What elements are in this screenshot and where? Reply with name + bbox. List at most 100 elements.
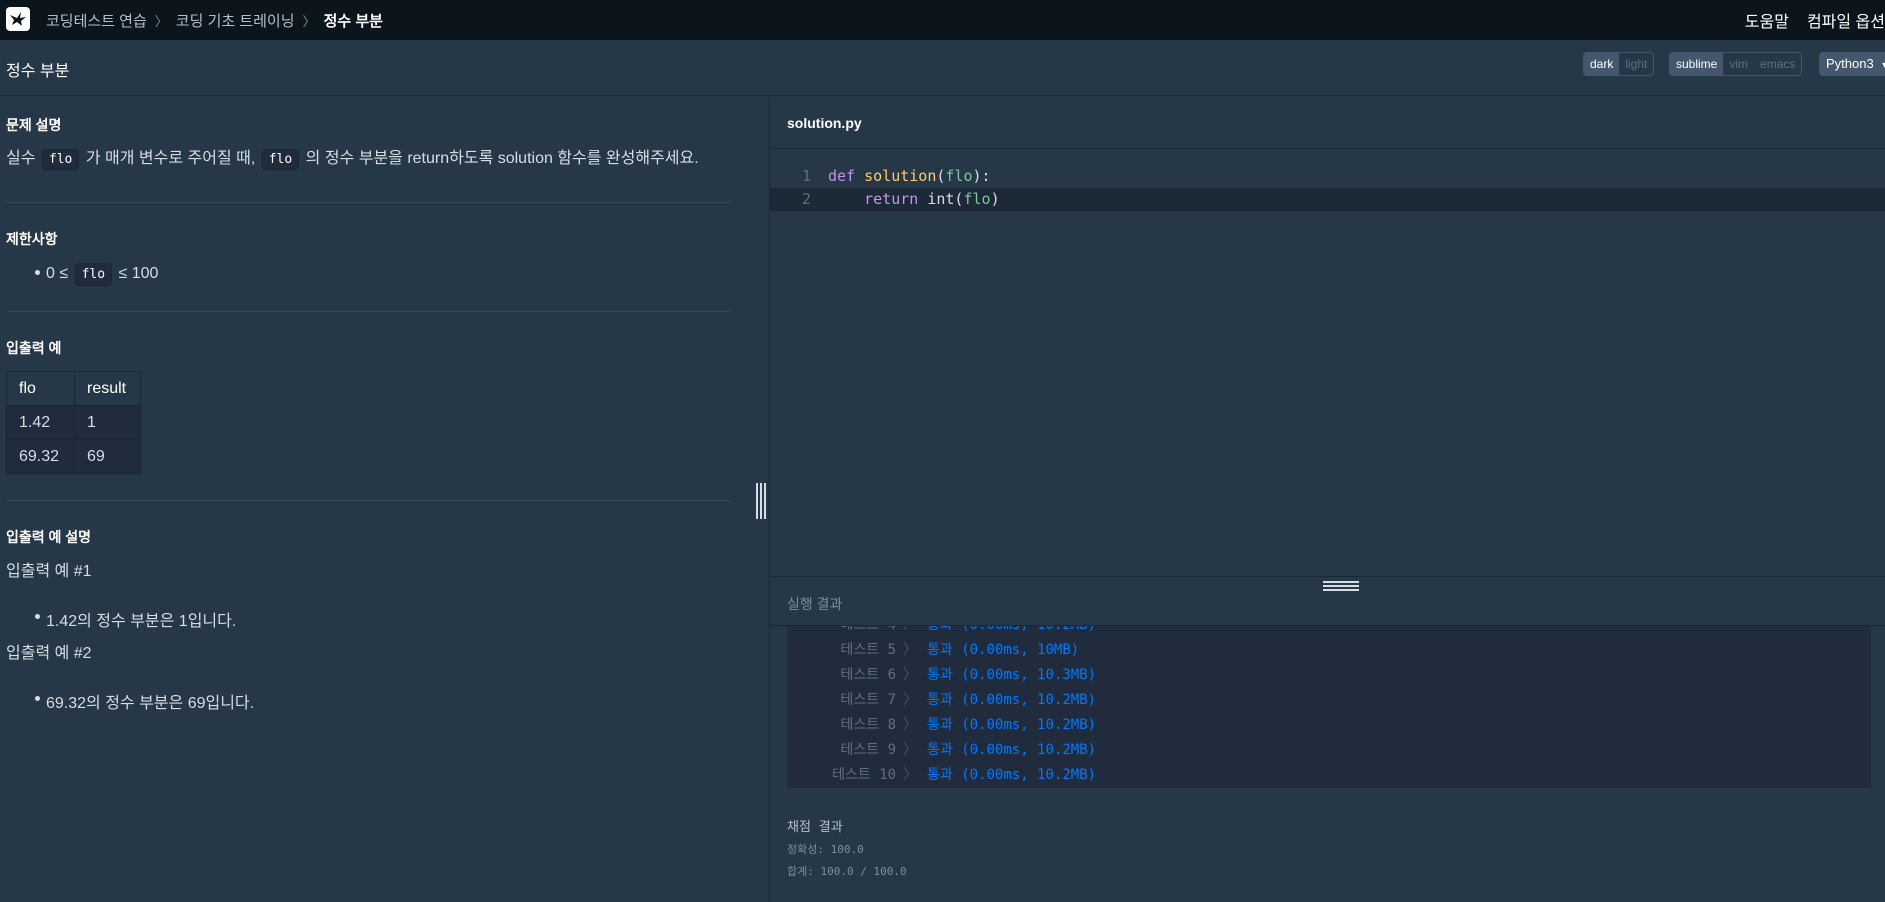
examples-table: flo result 1.42 1 69.32 69 bbox=[6, 371, 141, 474]
grading-heading: 채점 결과 bbox=[787, 820, 843, 835]
line-number: 1 bbox=[801, 167, 811, 185]
code-keyword: def bbox=[828, 167, 856, 185]
code-editor[interactable]: 1 def solution(flo): 2 return int(flo) bbox=[770, 149, 1885, 576]
test-result-row: 테스트 5 〉 통과 (0.00ms, 10MB) bbox=[787, 638, 1871, 663]
chevron-right-icon: 〉 bbox=[903, 767, 917, 783]
table-header-row: flo result bbox=[6, 371, 141, 406]
keymap-sublime-button[interactable]: sublime bbox=[1670, 53, 1724, 75]
test-result-row: 테스트 8 〉 통과 (0.00ms, 10.2MB) bbox=[787, 713, 1871, 738]
keymap-toggle: sublime vim emacs bbox=[1669, 52, 1803, 76]
vertical-resize-handle[interactable] bbox=[756, 483, 766, 519]
constraints-list: 0 ≤ flo ≤ 100 bbox=[6, 263, 731, 286]
description-text-part: 실수 bbox=[6, 150, 36, 167]
list-item: 0 ≤ flo ≤ 100 bbox=[6, 263, 731, 286]
top-right-menu: 도움말 컴파일 옵션 bbox=[1727, 0, 1885, 40]
table-row: 69.32 69 bbox=[6, 439, 141, 474]
code-punctuation: ) bbox=[990, 190, 1000, 208]
test-value: 통과 (0.00ms, 10.2MB) bbox=[927, 692, 1097, 708]
code-line-active[interactable]: 2 return int(flo) bbox=[770, 188, 1885, 211]
code-function-name: solution bbox=[864, 167, 937, 185]
chevron-right-icon: 〉 bbox=[903, 642, 917, 658]
test-label: 테스트 10 bbox=[832, 767, 896, 783]
theme-toggle: dark light bbox=[1583, 52, 1655, 76]
file-tab: solution.py bbox=[770, 97, 1885, 149]
test-label: 테스트 8 bbox=[840, 717, 897, 733]
test-result-row: 테스트 4 〉 통과 (0.00ms, 10.2MB) bbox=[787, 626, 1871, 638]
breadcrumb-item-coding-test[interactable]: 코딩테스트 연습 bbox=[46, 10, 147, 31]
test-label: 테스트 6 bbox=[840, 667, 897, 683]
code-line[interactable]: 1 def solution(flo): bbox=[770, 165, 1885, 188]
page-title: 정수 부분 bbox=[6, 63, 70, 80]
test-value: 통과 (0.00ms, 10.2MB) bbox=[927, 717, 1097, 733]
constraint-text: 0 ≤ bbox=[46, 265, 69, 282]
chevron-right-icon: 〉 bbox=[903, 626, 917, 638]
total-score-text: 합계: 100.0 / 100.0 bbox=[787, 865, 907, 878]
chevron-right-icon: 〉 bbox=[903, 717, 917, 733]
table-header-cell: flo bbox=[6, 371, 75, 406]
test-value: 통과 (0.00ms, 10.2MB) bbox=[927, 767, 1097, 783]
example1-list: 1.42의 정수 부분은 1입니다. bbox=[6, 607, 731, 631]
description-heading: 문제 설명 bbox=[6, 117, 62, 133]
language-select-value: Python3 bbox=[1826, 56, 1874, 71]
section-divider bbox=[6, 311, 731, 312]
table-cell: 69.32 bbox=[6, 439, 75, 474]
test-value: 통과 (0.00ms, 10.3MB) bbox=[927, 667, 1097, 683]
test-label: 테스트 7 bbox=[840, 692, 897, 708]
result-heading: 실행 결과 bbox=[787, 596, 843, 612]
logo-icon[interactable] bbox=[6, 7, 30, 31]
chevron-right-icon: 〉 bbox=[154, 13, 168, 29]
section-divider bbox=[6, 500, 731, 501]
result-console: 테스트 4 〉 통과 (0.00ms, 10.2MB) 테스트 5 〉 통과 (… bbox=[787, 626, 1871, 788]
list-item: 1.42의 정수 부분은 1입니다. bbox=[6, 607, 731, 631]
test-label: 테스트 5 bbox=[840, 642, 897, 658]
theme-dark-button[interactable]: dark bbox=[1584, 53, 1620, 75]
problem-panel: 문제 설명 실수 flo 가 매개 변수로 주어질 때, flo 의 정수 부분… bbox=[0, 97, 769, 902]
breadcrumb-item-basic-training[interactable]: 코딩 기초 트레이닝 bbox=[176, 10, 295, 31]
test-label: 테스트 4 bbox=[841, 626, 897, 638]
help-link[interactable]: 도움말 bbox=[1745, 8, 1789, 32]
test-value: 통과 (0.00ms, 10.2MB) bbox=[927, 742, 1097, 758]
table-row: 1.42 1 bbox=[6, 405, 141, 440]
chevron-right-icon: 〉 bbox=[903, 742, 917, 758]
breadcrumb: 코딩테스트 연습 〉 코딩 기초 트레이닝 〉 정수 부분 bbox=[46, 0, 383, 40]
table-cell: 1.42 bbox=[6, 405, 75, 440]
chevron-right-icon: 〉 bbox=[302, 13, 316, 29]
description-text: 실수 flo 가 매개 변수로 주어질 때, flo 의 정수 부분을 retu… bbox=[6, 149, 731, 170]
keymap-vim-button[interactable]: vim bbox=[1723, 53, 1755, 75]
examples-heading: 입출력 예 bbox=[6, 340, 62, 356]
code-text: return int(flo) bbox=[828, 188, 1000, 211]
examples-table-wrap: flo result 1.42 1 69.32 69 bbox=[6, 371, 731, 474]
test-result-row: 테스트 7 〉 통과 (0.00ms, 10.2MB) bbox=[787, 688, 1871, 713]
file-name: solution.py bbox=[787, 115, 862, 131]
inline-code: flo bbox=[41, 149, 80, 170]
test-result-row: 테스트 10 〉 통과 (0.00ms, 10.2MB) bbox=[787, 763, 1871, 788]
inline-code: flo bbox=[261, 149, 300, 170]
description-text-part: 의 정수 부분을 return하도록 solution 함수를 완성해주세요. bbox=[305, 150, 699, 167]
keymap-emacs-button[interactable]: emacs bbox=[1754, 53, 1802, 75]
list-item: 69.32의 정수 부분은 69입니다. bbox=[6, 689, 731, 713]
top-navigation-bar: 코딩테스트 연습 〉 코딩 기초 트레이닝 〉 정수 부분 도움말 컴파일 옵션 bbox=[0, 0, 1885, 40]
horizontal-resize-handle[interactable] bbox=[1323, 581, 1359, 591]
section-divider bbox=[6, 202, 731, 203]
code-text: def solution(flo): bbox=[828, 167, 991, 185]
accuracy-text: 정확성: 100.0 bbox=[787, 843, 864, 856]
explanation-heading: 입출력 예 설명 bbox=[6, 529, 92, 545]
code-punctuation: ): bbox=[972, 167, 991, 185]
constraints-heading: 제한사항 bbox=[6, 231, 58, 247]
code-call: int( bbox=[918, 190, 964, 208]
challenge-title-bar: 정수 부분 dark light sublime vim emacs Pytho… bbox=[0, 40, 1885, 96]
example1-heading: 입출력 예 #1 bbox=[6, 563, 92, 580]
chevron-right-icon: 〉 bbox=[903, 667, 917, 683]
chevron-down-icon: ▼ bbox=[1880, 60, 1885, 70]
theme-light-button[interactable]: light bbox=[1619, 53, 1654, 75]
description-text-part: 가 매개 변수로 주어질 때, bbox=[85, 150, 256, 167]
test-result-row: 테스트 6 〉 통과 (0.00ms, 10.3MB) bbox=[787, 663, 1871, 688]
table-cell: 1 bbox=[74, 405, 141, 440]
inline-code: flo bbox=[74, 263, 113, 286]
editor-panel: solution.py 1 def solution(flo): 2 retur… bbox=[769, 97, 1885, 902]
code-parameter: flo bbox=[963, 190, 991, 208]
language-select[interactable]: Python3 ▼ bbox=[1819, 52, 1885, 76]
constraint-text: ≤ 100 bbox=[118, 265, 159, 282]
compile-options-link[interactable]: 컴파일 옵션 bbox=[1807, 8, 1885, 32]
test-value: 통과 (0.00ms, 10MB) bbox=[927, 642, 1080, 658]
